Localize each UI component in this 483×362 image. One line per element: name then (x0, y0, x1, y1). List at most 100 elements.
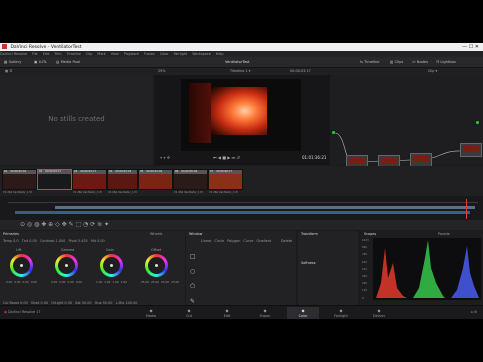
timeline-track-a1 (15, 211, 470, 214)
color-wheel-lift[interactable] (10, 254, 33, 277)
playhead[interactable] (466, 199, 467, 219)
fairlight-page-icon: ◆ (339, 308, 343, 313)
page-tab-label: Fusion (259, 314, 271, 318)
clip-timecode: 00:00:05:04 (181, 170, 198, 173)
color-wheel-offset[interactable] (145, 254, 168, 277)
menu-item[interactable]: File (32, 52, 38, 56)
viewer-timecode: 00:00:03:17 (290, 69, 311, 73)
window-shape-button[interactable]: Polygon (227, 239, 240, 243)
clip-thumbnail[interactable]: 07 00:00:00:17 V1 264 Ventilator_1 M (208, 169, 243, 194)
scope-mode-selector[interactable]: Parade (438, 232, 450, 236)
menu-item[interactable]: Color (160, 52, 169, 56)
menu-items: DaVinci Resolve File Edit Trim Timeline Clip M… (0, 52, 229, 56)
menu-item[interactable]: DaVinci Resolve (0, 52, 27, 56)
timeline-selector[interactable]: Timeline 1 ▾ (230, 68, 250, 75)
page-tab-media[interactable]: ◆ Media (135, 307, 167, 319)
clips-icon: ▥ (390, 60, 394, 64)
luts-button[interactable]: ▣ LUTs (34, 57, 47, 67)
menu-item[interactable]: Playback (124, 52, 139, 56)
primaries-title: Primaries (3, 232, 19, 236)
wheel-value: 0.00 (6, 280, 13, 284)
clips-button[interactable]: ▥ Clips (390, 57, 403, 67)
gallery-panel: No stills created (0, 75, 153, 165)
color-wheel-gain[interactable] (100, 254, 123, 277)
deliver-page-icon: ◆ (377, 308, 381, 313)
lightbox-button[interactable]: ☷ Lightbox (436, 57, 456, 67)
scope-scale-label: 384 (362, 275, 367, 278)
clip-thumbnail[interactable]: 05 00:00:04:04 (138, 169, 173, 190)
grid-view-icon[interactable]: ▦ ☰ (5, 68, 12, 75)
menu-item[interactable]: Trim (54, 52, 61, 56)
node-thumbnail (381, 158, 397, 164)
menu-item[interactable]: Workspace (192, 52, 211, 56)
page-tab-cut[interactable]: ◆ Cut (173, 307, 205, 319)
mini-timeline[interactable] (0, 196, 483, 220)
clip-number: 04 (109, 170, 113, 173)
clip-header: 02 00:00:03:17 (38, 170, 71, 174)
media-pool-button[interactable]: ▤ Media Pool (56, 57, 80, 67)
zoom-level[interactable]: 29% (158, 68, 166, 75)
node-output-dot[interactable] (476, 121, 479, 124)
clip-header: 07 00:00:00:17 (209, 170, 242, 174)
viewer-frame[interactable] (181, 79, 301, 151)
node-03[interactable] (410, 153, 432, 167)
window-shape-button[interactable]: Linear (201, 239, 212, 243)
wheel-values[interactable]: 0.00 0.00 0.00 0.00 (51, 280, 84, 284)
wheel-values[interactable]: 0.00 0.00 0.00 0.00 (6, 280, 39, 284)
menu-item[interactable]: Clip (86, 52, 92, 56)
scope-scale-label: 1023 (362, 239, 369, 242)
window-shape-button[interactable]: Gradient (256, 239, 271, 243)
wheel-center-handle[interactable] (65, 264, 68, 267)
menu-item[interactable]: Mark (97, 52, 105, 56)
transport-controls[interactable]: ⏮ ◀ ■ ▶ ⏭ ↺ (213, 155, 240, 160)
softness-title: Softness (301, 261, 316, 265)
wheel-values[interactable]: 1.00 1.00 1.00 1.00 (96, 280, 129, 284)
node-input-dot[interactable] (332, 131, 335, 134)
clip-number: 07 (210, 170, 214, 173)
home-icon[interactable]: ⌂ ⚙ (471, 310, 477, 314)
node-04[interactable] (460, 143, 482, 157)
viewer-tools[interactable]: ⌖ ▾ ✥ (160, 155, 170, 160)
page-tab-color[interactable]: ◆ Color (287, 307, 319, 319)
page-tab-fusion[interactable]: ◆ Fusion (249, 307, 281, 319)
color-tool-icons[interactable]: ⊙ ◎ ◍ ✚ ⊕ ◇ ✥ ✎ ⬚ ◔ ⟳ ≋ ✦ (20, 221, 109, 228)
clip-thumbnail[interactable]: 06 00:00:05:04 V1 264 Ventilator_1 M (173, 169, 208, 194)
menu-item[interactable]: Fusion (144, 52, 155, 56)
window-shape-button[interactable]: Circle (215, 239, 225, 243)
wheel-label: Gain (106, 248, 114, 252)
clip-thumbnails: 01 00:00:02:16 V1 264 Ventilator_1 M 02 00:0… (0, 166, 483, 196)
nodes-button[interactable]: ⊶ Nodes (412, 57, 428, 67)
page-tab-edit[interactable]: ◆ Edit (211, 307, 243, 319)
scope-scale-label: 0 (362, 296, 364, 300)
chevron-down-icon: ▾ (435, 69, 438, 73)
clip-thumbnail[interactable]: 02 00:00:03:17 (37, 169, 72, 190)
color-wheel-gamma[interactable] (55, 254, 78, 277)
wheel-center-handle[interactable] (110, 264, 113, 267)
menu-item[interactable]: Timeline (67, 52, 81, 56)
wheels-mode[interactable]: Wheels (150, 232, 162, 236)
menu-item[interactable]: Fairlight (174, 52, 188, 56)
wheel-center-handle[interactable] (20, 264, 23, 267)
wheel-center-handle[interactable] (155, 264, 158, 267)
video-image (211, 87, 267, 135)
window-controls[interactable]: — ☐ ✕ (462, 43, 479, 51)
wheel-value: 0.00 (67, 280, 74, 284)
clip-thumbnail[interactable]: 04 00:00:03:24 V1 264 Ventilator_1 M (107, 169, 138, 194)
temp-control[interactable]: Temp 0.0 Tint 0.00 Contrast 1.000 Pivot … (3, 239, 105, 243)
clip-number: 03 (74, 170, 78, 173)
page-tab-deliver[interactable]: ◆ Deliver (363, 307, 395, 319)
clip-thumbnail[interactable]: 03 00:00:03:17 V1 264 Ventilator_1 M (72, 169, 107, 194)
delete-window-button[interactable]: Delete (281, 239, 292, 243)
wheel-value: 25.00 (141, 280, 150, 284)
menu-item[interactable]: Edit (43, 52, 50, 56)
clip-thumbnail[interactable]: 01 00:00:02:16 V1 264 Ventilator_1 M (2, 169, 37, 194)
clip-timecode: 00:00:02:16 (10, 170, 27, 173)
timeline-button[interactable]: ⇆ Timeline (360, 57, 379, 67)
wheel-values[interactable]: 25.00 25.00 25.00 25.00 (141, 280, 181, 284)
window-shape-button[interactable]: Curve (243, 239, 253, 243)
menu-item[interactable]: Help (216, 52, 224, 56)
page-tab-fairlight[interactable]: ◆ Fairlight (325, 307, 357, 319)
gallery-button[interactable]: ▦ Gallery (4, 57, 21, 67)
clip-mode-selector[interactable]: Clip ▾ (428, 68, 437, 75)
menu-item[interactable]: View (111, 52, 119, 56)
